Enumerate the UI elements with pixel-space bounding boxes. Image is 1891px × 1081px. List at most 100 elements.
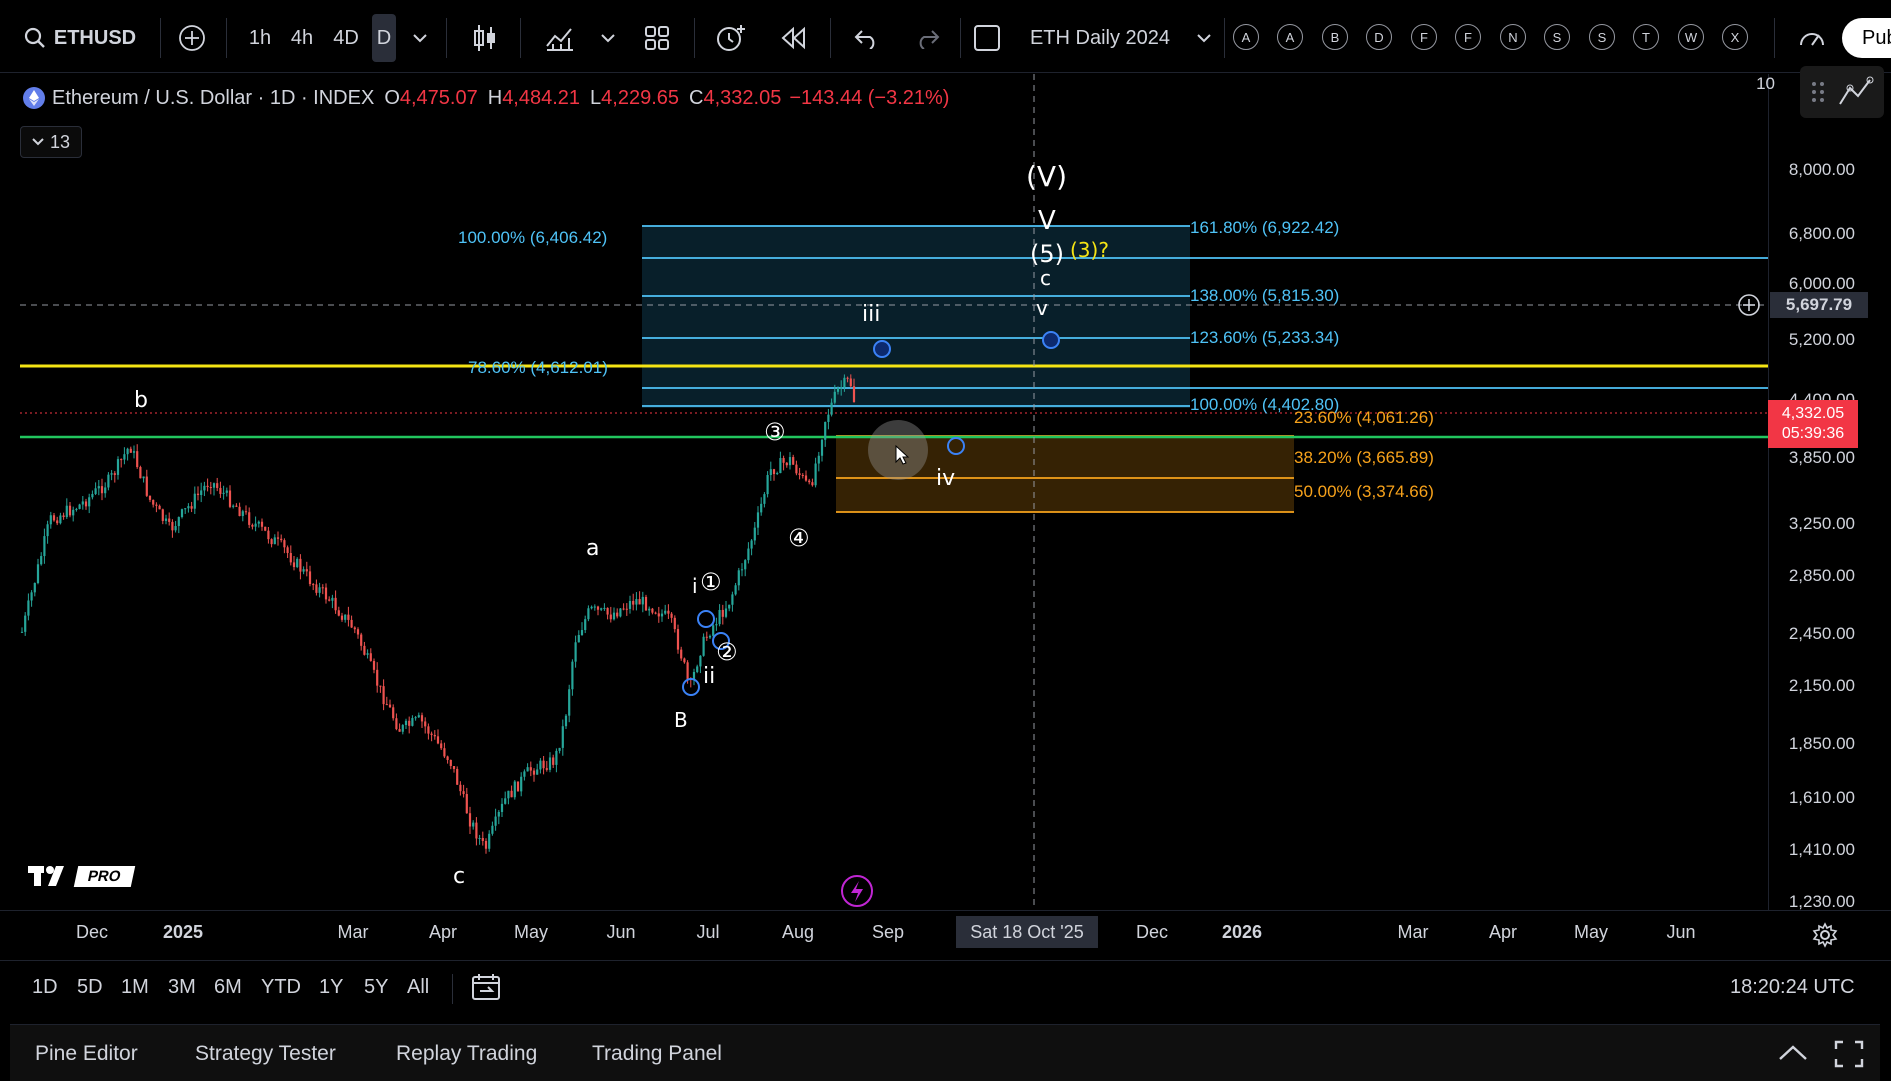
replay-button[interactable]: [778, 20, 808, 56]
candle-body: [433, 734, 436, 737]
tab-replay-trading[interactable]: Replay Trading: [396, 1042, 537, 1066]
candle-body: [340, 615, 344, 620]
go-to-date-button[interactable]: [470, 972, 502, 1007]
alert-letter-s[interactable]: S: [1544, 24, 1570, 50]
range-5y[interactable]: 5Y: [364, 976, 388, 999]
alert-letter-x[interactable]: X: [1722, 24, 1748, 50]
candle-body: [24, 615, 27, 632]
wave-label: ③: [764, 418, 786, 446]
candle-body: [836, 387, 840, 392]
candle-body: [510, 790, 513, 798]
candle-body: [696, 666, 699, 672]
candle-body: [321, 587, 324, 589]
alert-letter-s[interactable]: S: [1589, 24, 1615, 50]
range-1d[interactable]: 1D: [32, 976, 58, 999]
symbol-title[interactable]: Ethereum / U.S. Dollar · 1D · INDEX: [52, 87, 374, 110]
candle-body: [801, 475, 804, 477]
candle-body: [302, 569, 305, 572]
tab-strategy-tester[interactable]: Strategy Tester: [195, 1042, 336, 1066]
indicators-dropdown[interactable]: [596, 20, 620, 56]
candle-body: [721, 609, 724, 617]
layout-checkbox[interactable]: [972, 20, 1002, 56]
alert-letter-f[interactable]: F: [1411, 24, 1437, 50]
candle-body: [84, 501, 88, 507]
price-chart[interactable]: [10, 74, 1768, 910]
grid-icon: [645, 26, 669, 50]
wave-marker: [697, 610, 715, 628]
candle-body: [593, 606, 596, 608]
layout-name[interactable]: ETH Daily 2024: [1020, 20, 1180, 56]
interval-4h[interactable]: 4h: [284, 20, 320, 56]
candle-body: [529, 767, 532, 771]
candle-body: [545, 768, 548, 770]
candle-body: [299, 558, 302, 572]
candle-body: [494, 816, 497, 826]
compare-symbol-button[interactable]: [176, 20, 208, 56]
indicators-collapse-button[interactable]: 13: [20, 126, 82, 158]
layout-dropdown[interactable]: [1192, 20, 1216, 56]
range-6m[interactable]: 6M: [214, 976, 242, 999]
candle-body: [59, 515, 62, 524]
chart-type-button[interactable]: [470, 20, 500, 56]
candle-body: [804, 475, 808, 481]
tab-trading-panel[interactable]: Trading Panel: [592, 1042, 722, 1066]
tradingview-logo: PRO: [28, 864, 135, 888]
candle-body: [750, 540, 753, 549]
alert-letter-f[interactable]: F: [1455, 24, 1481, 50]
drag-handle-icon: [1812, 76, 1874, 105]
alert-letter-b[interactable]: B: [1322, 24, 1348, 50]
redo-button[interactable]: [912, 20, 942, 56]
indicators-button[interactable]: [544, 20, 576, 56]
utc-clock[interactable]: 18:20:24 UTC: [1730, 976, 1855, 999]
candle-body: [270, 539, 273, 545]
alert-letter-w[interactable]: W: [1678, 24, 1704, 50]
interval-1h[interactable]: 1h: [242, 20, 278, 56]
wave-marker: [1042, 331, 1060, 349]
range-5d[interactable]: 5D: [77, 976, 103, 999]
alert-button[interactable]: [714, 20, 748, 56]
candle-body: [635, 599, 638, 605]
alert-letter-a[interactable]: A: [1233, 24, 1259, 50]
drawing-tools-panel[interactable]: [1800, 66, 1884, 118]
interval-d-active[interactable]: D: [372, 14, 396, 62]
publish-button[interactable]: Pub: [1842, 18, 1891, 58]
range-1y[interactable]: 1Y: [319, 976, 343, 999]
candle-body: [33, 583, 36, 593]
add-alert-crosshair-button[interactable]: [1736, 292, 1762, 323]
undo-button[interactable]: [852, 20, 882, 56]
symbol-search[interactable]: ETHUSD: [20, 20, 140, 56]
tab-pine-editor[interactable]: Pine Editor: [35, 1042, 138, 1066]
last-price-tag: 4,332.05 05:39:36: [1768, 400, 1858, 448]
candle-body: [667, 610, 670, 614]
pro-badge: PRO: [73, 865, 135, 887]
interval-4d[interactable]: 4D: [326, 20, 366, 56]
candle-body: [542, 760, 545, 769]
price-tick: 3,250.00: [1788, 514, 1855, 533]
templates-button[interactable]: [642, 20, 672, 56]
range-ytd[interactable]: YTD: [261, 976, 301, 999]
candle-body: [612, 612, 616, 620]
candle-body: [833, 391, 836, 403]
interval-dropdown[interactable]: [408, 20, 432, 56]
candle-body: [254, 523, 257, 527]
range-all[interactable]: All: [407, 976, 429, 999]
chart-settings-button[interactable]: [1812, 922, 1838, 953]
alert-letter-a[interactable]: A: [1277, 24, 1303, 50]
price-axis[interactable]: [1768, 74, 1891, 910]
time-tick: Jul: [696, 922, 720, 942]
alert-letter-d[interactable]: D: [1366, 24, 1392, 50]
collapse-panel-button[interactable]: [1778, 1044, 1808, 1067]
alert-letter-n[interactable]: N: [1500, 24, 1526, 50]
candle-body: [398, 729, 401, 732]
quick-search-button[interactable]: [1796, 20, 1828, 56]
range-3m[interactable]: 3M: [168, 976, 196, 999]
candle-body: [699, 655, 702, 667]
range-1m[interactable]: 1M: [121, 976, 149, 999]
alert-letter-t[interactable]: T: [1633, 24, 1659, 50]
candle-body: [190, 506, 193, 509]
candle-body: [497, 811, 500, 817]
maximize-panel-button[interactable]: [1834, 1040, 1864, 1073]
wave-label: B: [674, 708, 688, 732]
wave-label: V: [1038, 206, 1056, 236]
candle-body: [251, 524, 254, 527]
